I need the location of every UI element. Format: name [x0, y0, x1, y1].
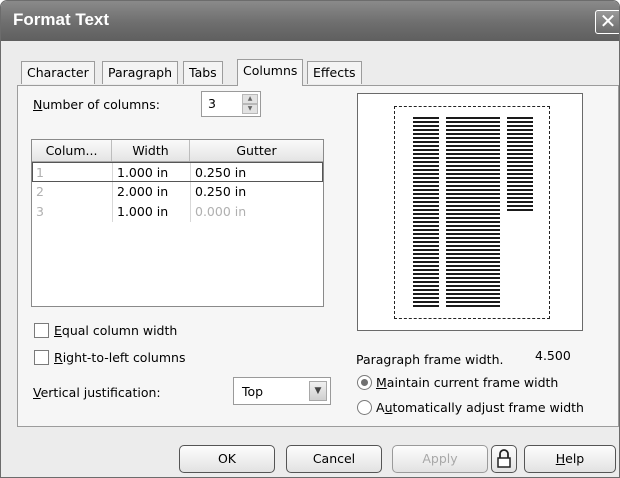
right-to-left-columns-checkbox[interactable]	[34, 350, 49, 365]
row-width[interactable]: 1.000 in	[117, 202, 168, 221]
tab-paragraph[interactable]: Paragraph	[102, 61, 179, 84]
column-settings-table[interactable]: Colum... Width Gutter 1 1.000 in 0.250 i…	[31, 139, 324, 307]
lock-button[interactable]	[491, 445, 517, 473]
table-row[interactable]: 1 1.000 in 0.250 in	[32, 162, 323, 182]
tab-columns[interactable]: Columns	[237, 59, 304, 86]
tab-character[interactable]: Character	[21, 61, 95, 84]
paragraph-frame-width-value: 4.500	[535, 348, 571, 363]
table-row[interactable]: 3 1.000 in 0.000 in	[32, 202, 323, 222]
spin-down-arrow-icon[interactable]: ▼	[242, 104, 258, 114]
row-width[interactable]: 1.000 in	[117, 163, 168, 182]
vertical-justification-label: Vertical justification:	[33, 385, 161, 400]
number-of-columns-label: Number of columns:	[33, 97, 160, 112]
row-width[interactable]: 2.000 in	[117, 182, 168, 201]
preview-column-2	[446, 117, 500, 307]
preview-column-3	[507, 117, 533, 213]
row-column-number: 3	[36, 204, 44, 219]
equal-column-width-label[interactable]: Equal column width	[54, 323, 177, 338]
lock-icon	[497, 449, 511, 468]
row-gutter[interactable]: 0.250 in	[195, 182, 246, 201]
spin-up-arrow-icon[interactable]: ▲	[242, 94, 258, 104]
preview-frame	[394, 106, 550, 319]
right-to-left-columns-label[interactable]: Right-to-left columns	[54, 350, 185, 365]
number-of-columns-spinner[interactable]: 3 ▲ ▼	[201, 91, 261, 117]
title-bar[interactable]: Format Text ✕	[1, 1, 619, 41]
apply-button[interactable]: Apply	[392, 445, 488, 473]
row-gutter: 0.000 in	[195, 204, 247, 219]
close-button[interactable]: ✕	[595, 10, 619, 34]
vertical-justification-value: Top	[242, 384, 264, 399]
row-column-number: 1	[36, 165, 44, 180]
equal-column-width-checkbox[interactable]	[34, 323, 49, 338]
row-column-number: 2	[36, 184, 44, 199]
chevron-down-icon[interactable]: ▼	[309, 381, 327, 401]
tab-effects[interactable]: Effects	[307, 61, 362, 84]
column-preview	[357, 93, 583, 331]
header-gutter[interactable]: Gutter	[190, 140, 323, 161]
auto-adjust-frame-width-label[interactable]: Automatically adjust frame width	[376, 400, 584, 415]
maintain-frame-width-label[interactable]: Maintain current frame width	[376, 375, 558, 390]
vertical-justification-dropdown[interactable]: Top ▼	[233, 377, 331, 405]
preview-column-1	[413, 117, 439, 307]
ok-button[interactable]: OK	[179, 445, 275, 473]
auto-adjust-frame-width-radio[interactable]	[357, 400, 372, 415]
table-row[interactable]: 2 2.000 in 0.250 in	[32, 182, 323, 202]
tab-tabs[interactable]: Tabs	[183, 61, 223, 84]
dialog-title: Format Text	[13, 10, 110, 29]
table-header: Colum... Width Gutter	[32, 140, 323, 162]
header-column[interactable]: Colum...	[32, 140, 112, 161]
row-gutter[interactable]: 0.250 in	[195, 163, 246, 182]
header-width[interactable]: Width	[112, 140, 190, 161]
cancel-button[interactable]: Cancel	[286, 445, 382, 473]
number-of-columns-value: 3	[208, 96, 216, 111]
help-button[interactable]: Help	[524, 445, 616, 473]
paragraph-frame-width-label: Paragraph frame width.	[356, 352, 504, 367]
maintain-frame-width-radio[interactable]	[357, 375, 372, 390]
format-text-dialog: Format Text ✕ Character Paragraph Tabs C…	[0, 0, 620, 478]
